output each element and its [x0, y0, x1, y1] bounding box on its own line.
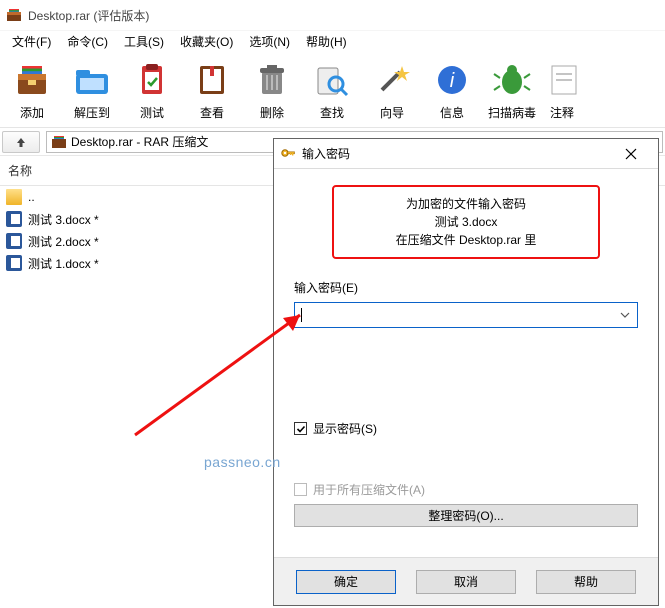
ok-button[interactable]: 确定: [296, 570, 396, 594]
find-label: 查找: [302, 104, 362, 121]
for-all-row: 用于所有压缩文件(A): [294, 481, 638, 498]
toolbar: 添加 解压到 测试 查看 删除 查找 向导 i 信息 扫描病毒 注释: [0, 52, 665, 128]
file-name: 测试 2.docx *: [28, 233, 99, 250]
close-button[interactable]: [610, 140, 652, 168]
password-dropdown-button[interactable]: [617, 307, 633, 323]
menu-bar: 文件(F) 命令(C) 工具(S) 收藏夹(O) 选项(N) 帮助(H): [0, 30, 665, 52]
notice-line3: 在压缩文件 Desktop.rar 里: [334, 231, 598, 249]
docx-icon: [6, 233, 22, 249]
text-cursor: [301, 308, 302, 322]
show-password-row[interactable]: 显示密码(S): [294, 420, 638, 437]
view-button[interactable]: 查看: [182, 56, 242, 125]
comment-button[interactable]: 注释: [542, 56, 582, 125]
clipboard-check-icon: [130, 58, 174, 102]
file-name: 测试 1.docx *: [28, 255, 99, 272]
window-title: Desktop.rar (评估版本): [28, 7, 149, 24]
menu-commands[interactable]: 命令(C): [59, 31, 116, 52]
dialog-titlebar: 输入密码: [274, 139, 658, 169]
menu-file[interactable]: 文件(F): [4, 31, 59, 52]
dialog-button-bar: 确定 取消 帮助: [274, 557, 658, 605]
menu-tools[interactable]: 工具(S): [116, 31, 172, 52]
winrar-app-icon: [6, 7, 22, 23]
book-icon: [190, 58, 234, 102]
for-all-checkbox: [294, 483, 307, 496]
extract-label: 解压到: [62, 104, 122, 121]
trash-icon: [250, 58, 294, 102]
view-label: 查看: [182, 104, 242, 121]
archive-small-icon: [51, 134, 67, 150]
up-arrow-icon: [14, 135, 28, 149]
delete-button[interactable]: 删除: [242, 56, 302, 125]
show-password-checkbox[interactable]: [294, 422, 307, 435]
search-icon: [310, 58, 354, 102]
folder-open-icon: [70, 58, 114, 102]
test-button[interactable]: 测试: [122, 56, 182, 125]
password-label: 输入密码(E): [294, 279, 638, 296]
note-icon: [542, 58, 586, 102]
dialog-body: 为加密的文件输入密码 测试 3.docx 在压缩文件 Desktop.rar 里…: [274, 169, 658, 555]
menu-help[interactable]: 帮助(H): [298, 31, 355, 52]
password-input[interactable]: [294, 302, 638, 328]
help-button[interactable]: 帮助: [536, 570, 636, 594]
wizard-button[interactable]: 向导: [362, 56, 422, 125]
menu-options[interactable]: 选项(N): [241, 31, 298, 52]
info-label: 信息: [422, 104, 482, 121]
check-icon: [296, 424, 306, 434]
wand-icon: [370, 58, 414, 102]
up-button[interactable]: [2, 131, 40, 153]
password-dialog: 输入密码 为加密的文件输入密码 测试 3.docx 在压缩文件 Desktop.…: [273, 138, 659, 606]
svg-text:i: i: [450, 70, 455, 92]
extract-button[interactable]: 解压到: [62, 56, 122, 125]
wizard-label: 向导: [362, 104, 422, 121]
add-label: 添加: [2, 104, 62, 121]
notice-line2: 测试 3.docx: [334, 213, 598, 231]
archive-icon: [10, 58, 54, 102]
address-text: Desktop.rar - RAR 压缩文: [71, 133, 208, 150]
bug-icon: [490, 58, 534, 102]
docx-icon: [6, 255, 22, 271]
watermark: passneo.cn: [204, 454, 281, 470]
add-button[interactable]: 添加: [2, 56, 62, 125]
delete-label: 删除: [242, 104, 302, 121]
dialog-title: 输入密码: [302, 145, 350, 162]
folder-up-icon: [6, 189, 22, 205]
comment-label: 注释: [542, 104, 582, 121]
find-button[interactable]: 查找: [302, 56, 362, 125]
menu-favorites[interactable]: 收藏夹(O): [172, 31, 241, 52]
docx-icon: [6, 211, 22, 227]
organize-passwords-button[interactable]: 整理密码(O)...: [294, 504, 638, 527]
window-titlebar: Desktop.rar (评估版本): [0, 0, 665, 30]
test-label: 测试: [122, 104, 182, 121]
for-all-label: 用于所有压缩文件(A): [313, 481, 425, 498]
info-icon: i: [430, 58, 474, 102]
notice-box: 为加密的文件输入密码 测试 3.docx 在压缩文件 Desktop.rar 里: [332, 185, 600, 259]
info-button[interactable]: i 信息: [422, 56, 482, 125]
key-icon: [280, 144, 296, 163]
file-name: ..: [28, 190, 35, 204]
notice-line1: 为加密的文件输入密码: [334, 195, 598, 213]
chevron-down-icon: [620, 312, 630, 318]
close-icon: [625, 148, 637, 160]
cancel-button[interactable]: 取消: [416, 570, 516, 594]
organize-row: 整理密码(O)...: [294, 504, 638, 527]
scan-label: 扫描病毒: [482, 104, 542, 121]
scan-button[interactable]: 扫描病毒: [482, 56, 542, 125]
show-password-label: 显示密码(S): [313, 420, 377, 437]
file-name: 测试 3.docx *: [28, 211, 99, 228]
